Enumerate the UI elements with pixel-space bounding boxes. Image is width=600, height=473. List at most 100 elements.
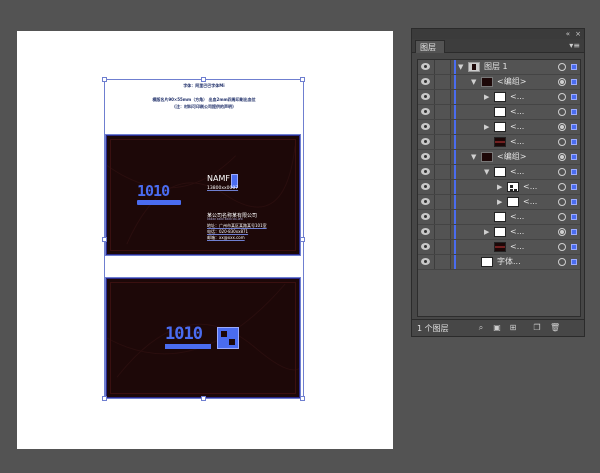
layer-name[interactable]: <... [510, 105, 524, 119]
tab-layers[interactable]: 图层 [415, 40, 445, 53]
selection-indicator-icon[interactable] [571, 79, 577, 85]
new-sublayer-icon[interactable]: ⊞ [508, 323, 518, 333]
layer-name[interactable]: <... [523, 195, 537, 209]
visibility-eye-icon[interactable] [421, 243, 430, 250]
visibility-eye-icon[interactable] [421, 123, 430, 130]
resize-handle-bottom-left[interactable] [102, 396, 107, 401]
expand-triangle-icon[interactable]: ▼ [484, 168, 489, 176]
selection-indicator-icon[interactable] [571, 244, 577, 250]
layer-name[interactable]: <... [510, 210, 524, 224]
panel-title-bar[interactable]: « × [412, 29, 584, 39]
expand-triangle-icon[interactable]: ▼ [471, 78, 476, 86]
delete-layer-icon[interactable]: 🗑 [550, 323, 560, 333]
expand-triangle-icon[interactable]: ▶ [497, 198, 502, 206]
target-circle-icon[interactable] [558, 93, 566, 101]
target-circle-icon[interactable] [558, 63, 566, 71]
selection-indicator-icon[interactable] [571, 169, 577, 175]
target-circle-icon[interactable] [558, 108, 566, 116]
clipping-mask-icon[interactable]: ▣ [492, 323, 502, 333]
visibility-eye-icon[interactable] [421, 213, 430, 220]
expand-triangle-icon[interactable]: ▶ [484, 228, 489, 236]
resize-handle-top[interactable] [201, 77, 206, 82]
expand-triangle-icon[interactable]: ▼ [458, 63, 463, 71]
layer-row[interactable]: ▶ <... [418, 120, 580, 135]
visibility-eye-icon[interactable] [421, 93, 430, 100]
visibility-eye-icon[interactable] [421, 198, 430, 205]
layer-name[interactable]: <... [510, 135, 524, 149]
layer-row[interactable]: <... [418, 135, 580, 150]
layer-name[interactable]: <编组> [497, 150, 526, 164]
layer-row[interactable]: 字体... [418, 255, 580, 270]
selection-indicator-icon[interactable] [571, 139, 577, 145]
layer-name[interactable]: 图层 1 [484, 60, 508, 74]
resize-handle-top-right[interactable] [300, 77, 305, 82]
layer-row[interactable]: <... [418, 105, 580, 120]
resize-handle-left[interactable] [102, 237, 107, 242]
resize-handle-bottom-right[interactable] [300, 396, 305, 401]
layer-name[interactable]: <... [510, 240, 524, 254]
target-circle-icon[interactable] [558, 243, 566, 251]
selection-indicator-icon[interactable] [571, 214, 577, 220]
target-circle-icon[interactable] [558, 168, 566, 176]
resize-handle-bottom[interactable] [201, 396, 206, 401]
close-icon[interactable]: × [575, 29, 581, 39]
target-circle-icon[interactable] [558, 228, 566, 236]
layer-row[interactable]: ▶ <... [418, 195, 580, 210]
selection-indicator-icon[interactable] [571, 229, 577, 235]
layer-row[interactable]: ▼ 图层 1 [418, 60, 580, 75]
selection-indicator-icon[interactable] [571, 199, 577, 205]
target-circle-icon[interactable] [558, 123, 566, 131]
visibility-eye-icon[interactable] [421, 138, 430, 145]
layer-row[interactable]: ▶ <... [418, 90, 580, 105]
selection-bounding-box[interactable] [104, 79, 304, 399]
visibility-eye-icon[interactable] [421, 108, 430, 115]
expand-triangle-icon[interactable]: ▶ [484, 93, 489, 101]
expand-triangle-icon[interactable]: ▶ [497, 183, 502, 191]
target-circle-icon[interactable] [558, 198, 566, 206]
layer-name[interactable]: <... [510, 120, 524, 134]
target-circle-icon[interactable] [558, 78, 566, 86]
selection-indicator-icon[interactable] [571, 259, 577, 265]
layer-name[interactable]: 字体... [497, 255, 521, 269]
layer-row[interactable]: ▶ <... [418, 180, 580, 195]
resize-handle-right[interactable] [300, 237, 305, 242]
new-layer-icon[interactable]: ❐ [532, 323, 542, 333]
locate-object-icon[interactable]: ⌕ [476, 323, 486, 333]
selection-indicator-icon[interactable] [571, 184, 577, 190]
layer-row[interactable]: <... [418, 210, 580, 225]
visibility-eye-icon[interactable] [421, 258, 430, 265]
selection-indicator-icon[interactable] [571, 154, 577, 160]
visibility-eye-icon[interactable] [421, 78, 430, 85]
expand-triangle-icon[interactable]: ▼ [471, 153, 476, 161]
visibility-eye-icon[interactable] [421, 168, 430, 175]
selection-indicator-icon[interactable] [571, 94, 577, 100]
visibility-eye-icon[interactable] [421, 183, 430, 190]
layer-name[interactable]: <... [510, 165, 524, 179]
layer-thumbnail [481, 257, 493, 267]
selection-indicator-icon[interactable] [571, 109, 577, 115]
target-circle-icon[interactable] [558, 138, 566, 146]
layer-name[interactable]: <... [523, 180, 537, 194]
panel-menu-icon[interactable]: ▾≡ [569, 41, 580, 51]
column-divider [434, 75, 435, 89]
layer-name[interactable]: <... [510, 90, 524, 104]
layer-name[interactable]: <编组> [497, 75, 526, 89]
expand-triangle-icon[interactable]: ▶ [484, 123, 489, 131]
layer-row[interactable]: ▼ <编组> [418, 150, 580, 165]
resize-handle-top-left[interactable] [102, 77, 107, 82]
target-circle-icon[interactable] [558, 213, 566, 221]
target-circle-icon[interactable] [558, 153, 566, 161]
layer-row[interactable]: ▼ <... [418, 165, 580, 180]
visibility-eye-icon[interactable] [421, 153, 430, 160]
target-circle-icon[interactable] [558, 258, 566, 266]
target-circle-icon[interactable] [558, 183, 566, 191]
collapse-icon[interactable]: « [566, 29, 570, 39]
layer-name[interactable]: <... [510, 225, 524, 239]
selection-indicator-icon[interactable] [571, 64, 577, 70]
layer-row[interactable]: ▼ <编组> [418, 75, 580, 90]
visibility-eye-icon[interactable] [421, 228, 430, 235]
layer-row[interactable]: <... [418, 240, 580, 255]
selection-indicator-icon[interactable] [571, 124, 577, 130]
layer-row[interactable]: ▶ <... [418, 225, 580, 240]
visibility-eye-icon[interactable] [421, 63, 430, 70]
